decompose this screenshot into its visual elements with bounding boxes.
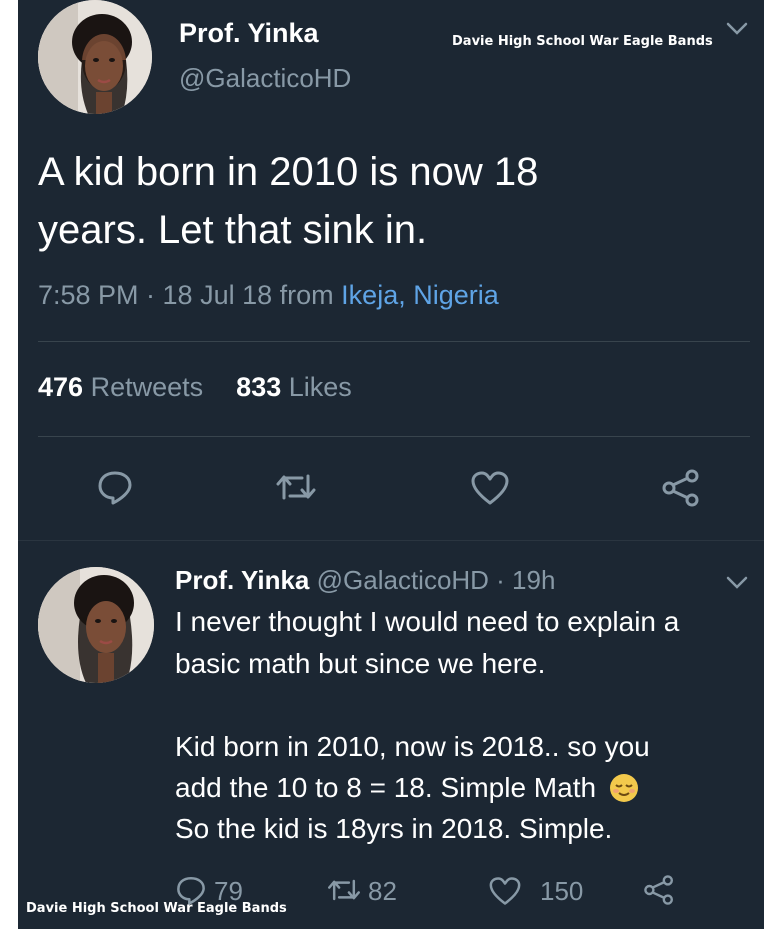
retweets-label[interactable]: Retweets — [91, 372, 204, 402]
likes-count[interactable]: 833 — [236, 372, 281, 402]
reply-icon[interactable] — [96, 468, 134, 506]
share-icon[interactable] — [642, 874, 676, 906]
reply-author-name[interactable]: Prof. Yinka — [175, 565, 309, 595]
reply-text-line-4-text: add the 10 to 8 = 18. Simple Math — [175, 772, 597, 803]
chevron-down-icon[interactable] — [726, 22, 748, 36]
likes-label[interactable]: Likes — [289, 372, 352, 402]
divider — [38, 436, 750, 437]
tweet-stats: 476 Retweets 833 Likes — [38, 372, 352, 403]
from-label: from — [279, 280, 334, 310]
tweet-meta: 7:58 PM · 18 Jul 18 from Ikeja, Nigeria — [38, 280, 499, 311]
reply-text-line-1: I never thought I would need to explain … — [175, 606, 680, 637]
retweet-icon[interactable] — [274, 470, 318, 504]
right-margin — [764, 0, 781, 929]
tweet-location[interactable]: Ikeja, Nigeria — [341, 280, 499, 310]
tweet-timestamp[interactable]: 7:58 PM · 18 Jul 18 — [38, 280, 272, 310]
reply-text-line-2: basic math but since we here. — [175, 648, 546, 679]
divider — [18, 540, 764, 541]
tweet-text-line-2: years. Let that sink in. — [38, 208, 428, 252]
retweets-count[interactable]: 476 — [38, 372, 83, 402]
reply-handle-time[interactable]: @GalacticoHD · 19h — [317, 565, 556, 595]
reply-header: Prof. Yinka @GalacticoHD · 19h — [175, 565, 555, 596]
tweet-panel: Prof. Yinka @GalacticoHD Davie High Scho… — [18, 0, 764, 929]
reply-text-line-4: add the 10 to 8 = 18. Simple Math — [175, 772, 638, 806]
relieved-face-emoji — [608, 772, 640, 804]
author-handle[interactable]: @GalacticoHD — [179, 63, 351, 94]
chevron-down-icon[interactable] — [726, 576, 748, 590]
heart-icon[interactable] — [470, 470, 510, 506]
share-icon[interactable] — [660, 468, 702, 508]
left-margin — [0, 0, 18, 929]
reply-text-line-5: So the kid is 18yrs in 2018. Simple. — [175, 813, 613, 844]
like-count: 150 — [540, 876, 584, 906]
reply-text-line-3: Kid born in 2010, now is 2018.. so you — [175, 731, 650, 762]
retweet-count: 82 — [368, 876, 397, 906]
author-name[interactable]: Prof. Yinka — [179, 18, 319, 49]
heart-icon[interactable] — [488, 876, 522, 906]
avatar[interactable] — [38, 0, 152, 114]
tweet-text-line-1: A kid born in 2010 is now 18 — [38, 150, 539, 194]
divider — [38, 341, 750, 342]
retweet-icon[interactable] — [326, 876, 362, 904]
watermark-bottom: Davie High School War Eagle Bands — [26, 901, 287, 916]
avatar[interactable] — [38, 567, 154, 683]
watermark-top: Davie High School War Eagle Bands — [452, 34, 713, 49]
